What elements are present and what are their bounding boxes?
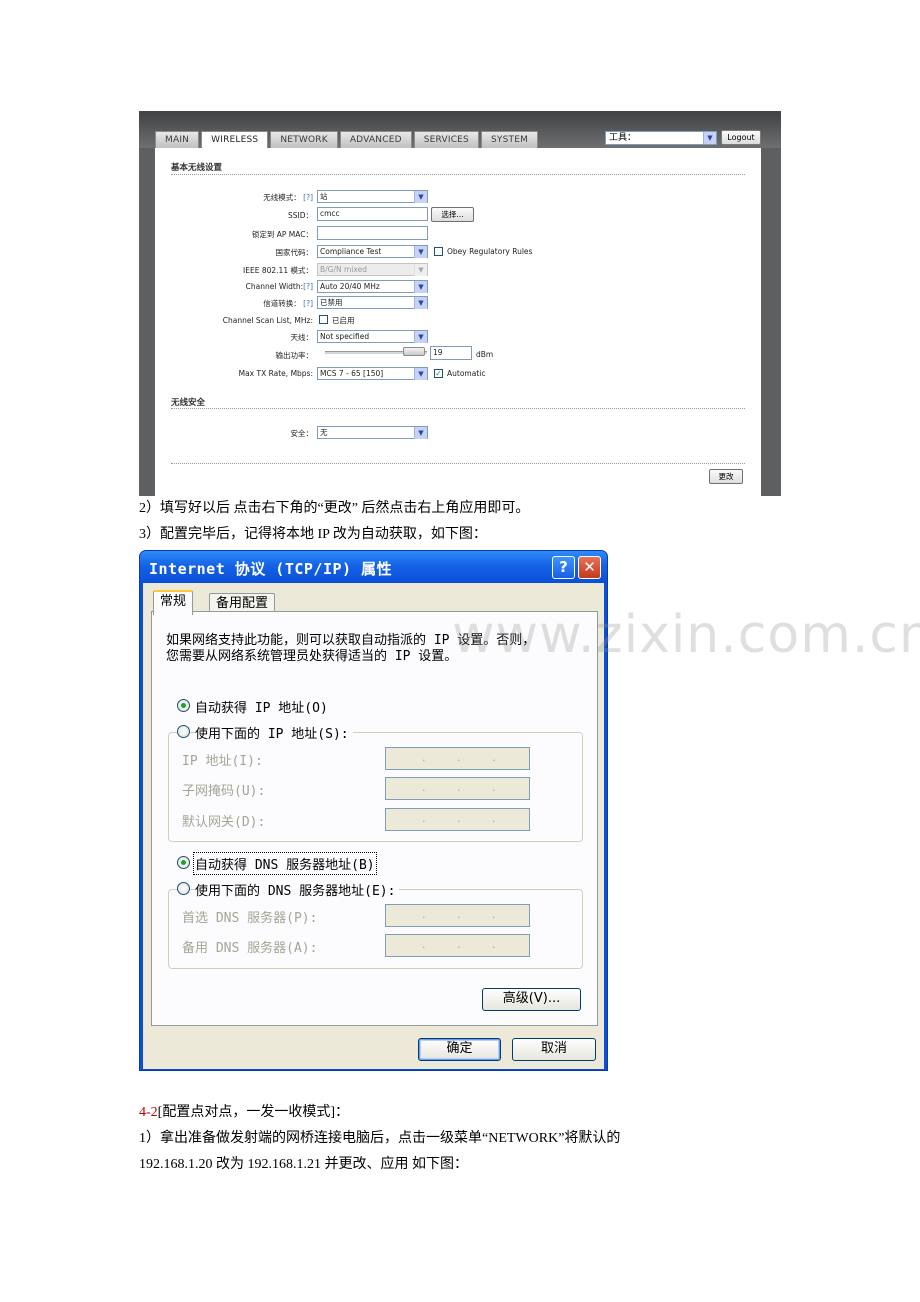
help-icon[interactable]: [?] bbox=[303, 193, 313, 202]
security-select[interactable]: 无 ▼ bbox=[317, 426, 428, 439]
tools-select[interactable]: 工具： ▼ bbox=[605, 131, 717, 145]
manual-dns-radio[interactable] bbox=[177, 882, 190, 895]
ssid-select-button[interactable]: 选择... bbox=[431, 207, 474, 222]
tab-advanced[interactable]: ADVANCED bbox=[339, 131, 412, 149]
dialog-titlebar[interactable]: Internet 协议 (TCP/IP) 属性 ? ✕ bbox=[140, 551, 607, 583]
divider bbox=[171, 463, 745, 464]
manual-ip-label[interactable]: 使用下面的 IP 地址(S): bbox=[195, 723, 353, 742]
output-power-unit: dBm bbox=[476, 350, 494, 359]
obey-regulatory-label: Obey Regulatory Rules bbox=[447, 247, 533, 256]
tab-main[interactable]: MAIN bbox=[155, 131, 200, 149]
preferred-dns-field: ... bbox=[385, 904, 530, 927]
change-button[interactable]: 更改 bbox=[709, 469, 743, 484]
chevron-down-icon: ▼ bbox=[414, 427, 427, 439]
wireless-mode-label: 无线模式： [?] bbox=[263, 193, 313, 202]
help-icon[interactable]: [?] bbox=[303, 299, 313, 308]
subnet-mask-label: 子网掩码(U): bbox=[182, 784, 266, 799]
country-code-select[interactable]: Compliance Test ▼ bbox=[317, 245, 428, 258]
ok-button[interactable]: 确定 bbox=[418, 1038, 501, 1061]
watermark: www.zixin.com.cn bbox=[452, 605, 920, 665]
ip-address-field: ... bbox=[385, 747, 530, 770]
advanced-button[interactable]: 高级(V)... bbox=[482, 988, 581, 1011]
country-code-label: 国家代码： bbox=[275, 248, 314, 257]
automatic-checkbox[interactable]: ✓ bbox=[434, 369, 443, 378]
max-tx-rate-select[interactable]: MCS 7 - 65 [150] ▼ bbox=[317, 367, 428, 380]
wireless-security-title: 无线安全 bbox=[171, 398, 206, 408]
max-tx-rate-label: Max TX Rate, Mbps: bbox=[238, 369, 313, 378]
ssid-input[interactable]: cmcc bbox=[317, 207, 428, 221]
channel-scan-checkbox[interactable] bbox=[319, 315, 328, 324]
paragraph-step-2: 2）填写好以后 点击右下角的“更改” 后然点击右上角应用即可。 bbox=[139, 501, 530, 516]
channel-scan-label: Channel Scan List, MHz: bbox=[222, 316, 313, 325]
auto-dns-radio[interactable] bbox=[177, 856, 190, 869]
ieee-mode-label: IEEE 802.11 模式： bbox=[243, 266, 313, 275]
chevron-down-icon: ▼ bbox=[414, 331, 427, 343]
antenna-select[interactable]: Not specified ▼ bbox=[317, 330, 428, 343]
manual-dns-group bbox=[168, 889, 583, 969]
paragraph-step-3: 3）配置完毕后，记得将本地 IP 改为自动获取，如下图： bbox=[139, 527, 487, 542]
help-icon[interactable]: ? bbox=[552, 556, 575, 579]
chevron-down-icon: ▼ bbox=[414, 281, 427, 293]
chevron-down-icon: ▼ bbox=[703, 132, 716, 144]
ssid-label: SSID： bbox=[287, 211, 313, 220]
lock-ap-mac-label: 锁定到 AP MAC： bbox=[251, 230, 313, 239]
auto-dns-label[interactable]: 自动获得 DNS 服务器地址(B) bbox=[193, 852, 377, 875]
router-screenshot: MAIN WIRELESS NETWORK ADVANCED SERVICES … bbox=[139, 111, 781, 496]
help-icon[interactable]: [?] bbox=[303, 282, 313, 291]
channel-width-label: Channel Width:[?] bbox=[245, 282, 313, 291]
alternate-dns-field: ... bbox=[385, 934, 530, 957]
section-title: [配置点对点，一发一收模式]： bbox=[157, 1105, 349, 1120]
chevron-down-icon: ▼ bbox=[414, 368, 427, 380]
channel-shift-label: 信道转换： [?] bbox=[263, 299, 313, 308]
wireless-mode-select[interactable]: 站 ▼ bbox=[317, 190, 428, 203]
paragraph-step-4-line-2: 192.168.1.20 改为 192.168.1.21 并更改、应用 如下图： bbox=[139, 1157, 468, 1172]
ieee-mode-select: B/G/N mixed ▼ bbox=[317, 263, 428, 276]
gateway-label: 默认网关(D): bbox=[182, 815, 266, 830]
manual-dns-label[interactable]: 使用下面的 DNS 服务器地址(E): bbox=[195, 880, 400, 899]
manual-ip-radio[interactable] bbox=[177, 725, 190, 738]
chevron-down-icon: ▼ bbox=[414, 297, 427, 309]
channel-scan-checkbox-label: 已启用 bbox=[332, 316, 355, 325]
logout-button[interactable]: Logout bbox=[721, 130, 761, 145]
general-tab-page: 如果网络支持此功能，则可以获取自动指派的 IP 设置。否则， 您需要从网络系统管… bbox=[151, 611, 598, 1026]
dialog-title: Internet 协议 (TCP/IP) 属性 bbox=[149, 560, 393, 578]
paragraph-step-4-line-1: 1）拿出准备做发射端的网桥连接电脑后，点击一级菜单“NETWORK”将默认的 bbox=[139, 1131, 621, 1146]
output-power-label: 输出功率： bbox=[275, 351, 314, 360]
lock-ap-mac-input[interactable] bbox=[317, 226, 428, 240]
wireless-panel: 基本无线设置 无线模式： [?] 站 ▼ SSID： cmcc 选择... 锁定到… bbox=[155, 148, 761, 496]
chevron-down-icon: ▼ bbox=[414, 246, 427, 258]
tab-general[interactable]: 常规 bbox=[153, 590, 194, 615]
router-topbar: MAIN WIRELESS NETWORK ADVANCED SERVICES … bbox=[139, 111, 781, 150]
description-line-2: 您需要从网络系统管理员处获得适当的 IP 设置。 bbox=[166, 649, 458, 664]
alternate-dns-label: 备用 DNS 服务器(A): bbox=[182, 941, 318, 956]
ip-address-label: IP 地址(I): bbox=[182, 754, 263, 769]
tab-network[interactable]: NETWORK bbox=[270, 131, 338, 149]
preferred-dns-label: 首选 DNS 服务器(P): bbox=[182, 911, 318, 926]
tab-system[interactable]: SYSTEM bbox=[480, 131, 539, 149]
tools-select-label: 工具： bbox=[609, 133, 637, 143]
channel-width-select[interactable]: Auto 20/40 MHz ▼ bbox=[317, 280, 428, 293]
subnet-mask-field: ... bbox=[385, 777, 530, 800]
section-heading: 4-2[配置点对点，一发一收模式]： bbox=[139, 1104, 349, 1122]
basic-wireless-title: 基本无线设置 bbox=[171, 163, 223, 173]
obey-regulatory-checkbox[interactable] bbox=[434, 247, 443, 256]
cancel-button[interactable]: 取消 bbox=[512, 1038, 596, 1061]
channel-shift-select[interactable]: 已禁用 ▼ bbox=[317, 296, 428, 309]
divider bbox=[171, 174, 745, 175]
chevron-down-icon: ▼ bbox=[414, 191, 427, 203]
chevron-down-icon: ▼ bbox=[414, 264, 427, 276]
section-number: 4-2 bbox=[139, 1105, 158, 1120]
slider-thumb[interactable] bbox=[403, 347, 425, 356]
close-icon[interactable]: ✕ bbox=[578, 556, 601, 579]
gateway-field: ... bbox=[385, 808, 530, 831]
antenna-label: 天线： bbox=[290, 333, 314, 342]
divider bbox=[171, 408, 745, 409]
output-power-input[interactable]: 19 bbox=[430, 346, 472, 360]
auto-ip-radio[interactable] bbox=[177, 699, 190, 712]
auto-ip-label[interactable]: 自动获得 IP 地址(O) bbox=[195, 697, 328, 716]
security-label: 安全： bbox=[290, 429, 314, 438]
tab-services[interactable]: SERVICES bbox=[413, 131, 479, 149]
automatic-label: Automatic bbox=[447, 369, 486, 378]
